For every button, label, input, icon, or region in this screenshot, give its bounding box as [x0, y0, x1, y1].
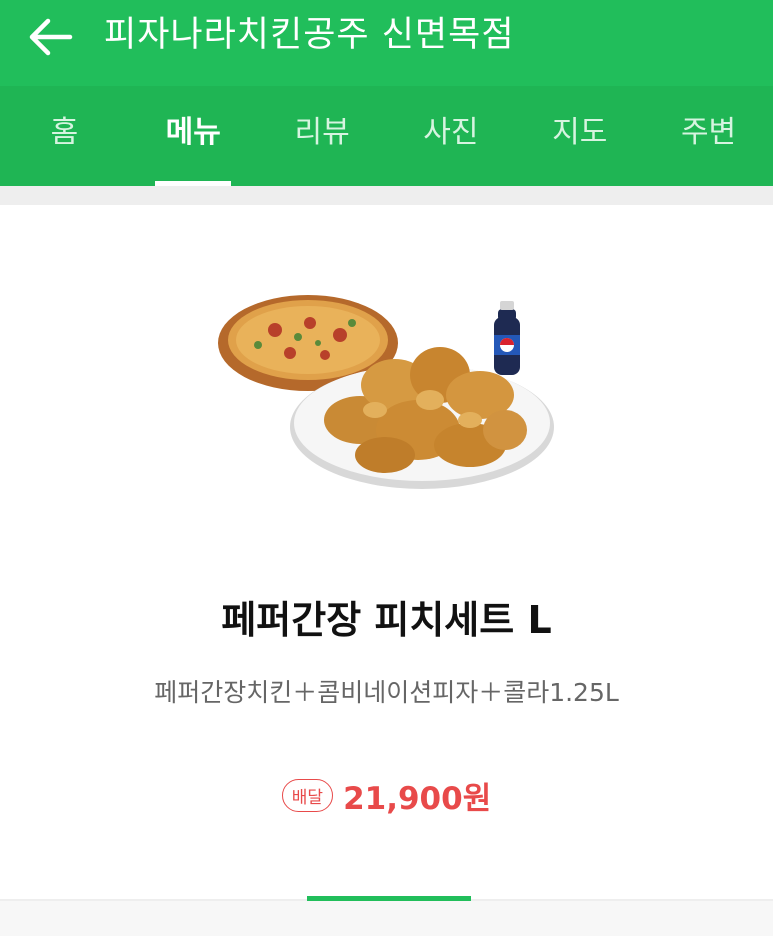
- tab-bar: 홈 메뉴 리뷰 사진 지도 주변: [0, 86, 773, 186]
- tab-menu[interactable]: 메뉴: [129, 86, 258, 186]
- menu-item-description: 페퍼간장치킨＋콤비네이션피자＋콜라1.25L: [154, 678, 619, 707]
- back-button[interactable]: [22, 14, 78, 60]
- delivery-badge: 배달: [281, 778, 334, 812]
- tab-nearby[interactable]: 주변: [644, 86, 773, 186]
- price-row: 배달 21,900원: [0, 775, 773, 817]
- tab-reviews[interactable]: 리뷰: [258, 86, 387, 186]
- menu-item-card[interactable]: 페퍼간장 피치세트 L 페퍼간장치킨＋콤비네이션피자＋콜라1.25L 배달 21…: [0, 205, 773, 899]
- active-tab-indicator: [155, 181, 232, 186]
- tab-home[interactable]: 홈: [0, 86, 129, 186]
- tab-map[interactable]: 지도: [515, 86, 644, 186]
- page-title: 피자나라치킨공주 신면목점: [104, 15, 515, 55]
- tab-photos[interactable]: 사진: [386, 86, 515, 186]
- menu-item-price: 21,900원: [343, 780, 492, 817]
- top-app-bar: 피자나라치킨공주 신면목점: [0, 0, 773, 86]
- back-arrow-icon: [29, 18, 73, 56]
- next-item-preview: [0, 901, 773, 936]
- menu-item-name: 페퍼간장 피치세트 L: [221, 598, 552, 642]
- menu-item-photo: [218, 295, 554, 489]
